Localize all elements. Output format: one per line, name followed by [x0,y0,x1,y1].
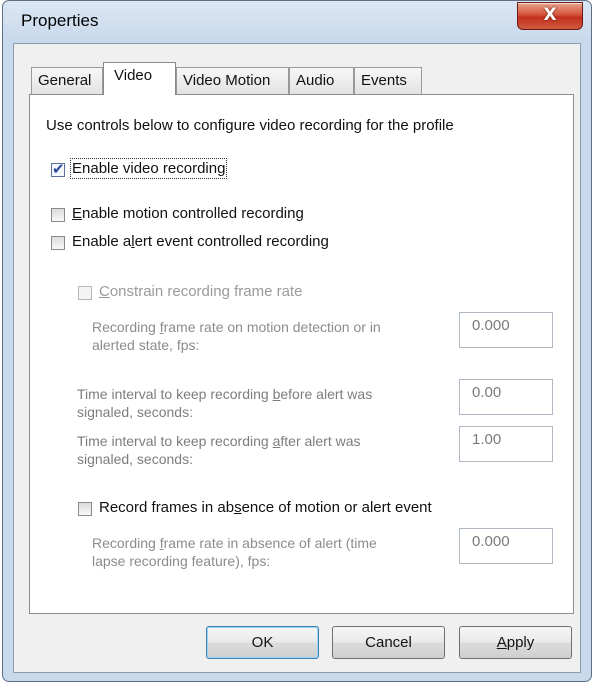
apply-mnemonic: A [496,634,507,651]
frame-rate-absence-label: Recording frame rate in absence of alert… [92,534,377,570]
frame-rate-motion-line1-pre: Recording [92,319,160,335]
constrain-frame-rate-checkbox[interactable] [78,286,92,300]
interval-before-line1: Time interval to keep recording before a… [77,385,372,403]
cancel-button[interactable]: Cancel [332,626,445,659]
apply-label-text: pply [506,634,535,651]
interval-after-line1-pre: Time interval to keep recording [77,433,273,449]
constrain-frame-rate-label[interactable]: Constrain recording frame rate [99,283,302,300]
frame-rate-absence-line1: Recording frame rate in absence of alert… [92,534,377,552]
enable-alert-label-post: ert event controlled recording [134,233,329,250]
record-absence-mnemonic: s [234,499,242,516]
frame-rate-absence-line2: lapse recording feature), fps: [92,553,271,569]
enable-alert-label[interactable]: Enable alert event controlled recording [72,233,329,250]
interval-before-line1-post: efore alert was [280,386,373,402]
enable-alert-checkbox[interactable] [51,236,65,250]
frame-rate-absence-input[interactable]: 0.000 [459,528,553,564]
apply-button[interactable]: Apply [459,626,572,659]
enable-motion-mnemonic: E [72,205,83,222]
frame-rate-motion-label: Recording frame rate on motion detection… [92,318,381,354]
ok-button[interactable]: OK [206,626,319,659]
record-absence-checkbox[interactable] [78,502,92,516]
interval-before-label: Time interval to keep recording before a… [77,385,372,421]
enable-motion-checkbox[interactable] [51,208,65,222]
panel-content: Use controls below to configure video re… [0,0,594,684]
record-absence-label-pre: Record frames in ab [99,499,235,516]
frame-rate-motion-line1: Recording frame rate on motion detection… [92,318,381,336]
interval-after-line1: Time interval to keep recording after al… [77,432,361,450]
interval-after-line2: signaled, seconds: [77,451,193,467]
enable-video-checkbox[interactable] [51,160,65,178]
interval-after-input[interactable]: 1.00 [459,426,553,462]
interval-before-input[interactable]: 0.00 [459,379,553,415]
enable-motion-label-text: nable motion controlled recording [82,205,304,222]
frame-rate-motion-input[interactable]: 0.000 [459,312,553,348]
interval-before-line1-pre: Time interval to keep recording [77,386,273,402]
intro-text: Use controls below to configure video re… [46,117,454,134]
frame-rate-absence-line1-pre: Recording [92,535,160,551]
interval-before-line2: signaled, seconds: [77,404,193,420]
record-absence-label[interactable]: Record frames in absence of motion or al… [99,499,432,516]
frame-rate-motion-line2: alerted state, fps: [92,337,200,353]
interval-after-label: Time interval to keep recording after al… [77,432,361,468]
enable-video-label[interactable]: Enable video recording [69,158,228,179]
interval-after-line1-post: fter alert was [280,433,361,449]
enable-motion-label[interactable]: Enable motion controlled recording [72,205,304,222]
frame-rate-motion-line1-post: rame rate on motion detection or in [163,319,381,335]
record-absence-label-post: ence of motion or alert event [241,499,432,516]
constrain-mnemonic: C [99,283,110,300]
constrain-label-text: onstrain recording frame rate [109,283,303,300]
enable-alert-label-pre: Enable a [72,233,132,250]
frame-rate-absence-line1-post: rame rate in absence of alert (time [163,535,377,551]
